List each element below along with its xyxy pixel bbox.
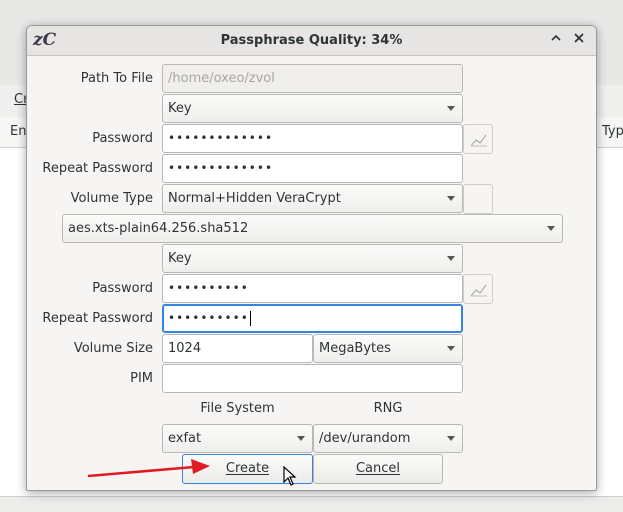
chevron-down-icon: [447, 436, 455, 441]
path-field[interactable]: /home/oxeo/zvol: [162, 64, 463, 93]
repeat-password-field-2[interactable]: ••••••••••: [162, 304, 463, 333]
volume-size-label: Volume Size: [73, 341, 153, 356]
key-chart-icon: [470, 134, 487, 147]
algorithm-value: aes.xts-plain64.256.sha512: [68, 221, 249, 236]
pim-field[interactable]: [162, 364, 463, 393]
chevron-down-icon: [447, 256, 455, 261]
volume-type-value: Normal+Hidden VeraCrypt: [168, 191, 341, 206]
chevron-down-icon: [447, 196, 455, 201]
repeat-password-field-2-value: ••••••••••: [168, 311, 249, 325]
key-type-select-1[interactable]: Key: [162, 94, 463, 123]
close-icon: [574, 33, 584, 43]
password-field-2[interactable]: ••••••••••: [162, 274, 463, 303]
file-system-select[interactable]: exfat: [162, 424, 313, 453]
key-type-select-1-value: Key: [168, 101, 192, 116]
keyfile-button-1[interactable]: [463, 124, 493, 154]
rng-value: /dev/urandom: [319, 431, 411, 446]
size-unit-value: MegaBytes: [319, 341, 391, 356]
volume-size-field[interactable]: 1024: [162, 334, 313, 363]
password-label-1: Password: [92, 131, 153, 146]
mouse-pointer-icon: [283, 466, 297, 486]
background-statusbar: [0, 496, 623, 512]
rng-select[interactable]: /dev/urandom: [313, 424, 463, 453]
text-caret: [249, 311, 251, 326]
pim-label: PIM: [130, 371, 153, 386]
dialog-titlebar[interactable]: zC Passphrase Quality: 34%: [27, 26, 596, 56]
key-type-select-2[interactable]: Key: [162, 244, 463, 273]
repeat-password-field-1[interactable]: •••••••••••••: [162, 154, 463, 183]
cancel-button-label: Cancel: [355, 461, 401, 476]
repeat-password-label-1: Repeat Password: [42, 161, 153, 176]
repeat-password-label-2: Repeat Password: [42, 311, 153, 326]
key-type-select-2-value: Key: [168, 251, 192, 266]
rng-label: RNG: [373, 401, 403, 416]
file-system-label: File System: [200, 401, 275, 416]
close-button[interactable]: [570, 31, 588, 49]
chevron-down-icon: [547, 226, 555, 231]
dialog-title: Passphrase Quality: 34%: [220, 33, 403, 48]
chevron-down-icon: [297, 436, 305, 441]
volume-type-select[interactable]: Normal+Hidden VeraCrypt: [162, 184, 463, 213]
volume-type-label: Volume Type: [70, 191, 153, 206]
chevron-up-icon: [551, 34, 561, 41]
chevron-down-icon: [447, 106, 455, 111]
cancel-button[interactable]: Cancel: [313, 454, 443, 484]
background-column-header-left[interactable]: En: [10, 124, 26, 139]
background-column-header-right[interactable]: Typ: [602, 124, 623, 139]
keyfile-button-2[interactable]: [463, 274, 493, 304]
password-label-2: Password: [92, 281, 153, 296]
create-button-label: Create: [225, 461, 270, 476]
password-field-1[interactable]: •••••••••••••: [162, 124, 463, 153]
path-label: Path To File: [80, 71, 153, 86]
file-system-value: exfat: [168, 431, 202, 446]
create-volume-dialog: zC Passphrase Quality: 34% Path To File …: [26, 25, 597, 491]
size-unit-select[interactable]: MegaBytes: [313, 334, 463, 363]
algorithm-select[interactable]: aes.xts-plain64.256.sha512: [62, 214, 563, 243]
collapse-button[interactable]: [547, 31, 565, 49]
key-chart-icon: [470, 284, 487, 297]
chevron-down-icon: [447, 346, 455, 351]
volume-type-options-button[interactable]: [463, 184, 493, 214]
annotation-arrow-icon: [87, 459, 210, 478]
